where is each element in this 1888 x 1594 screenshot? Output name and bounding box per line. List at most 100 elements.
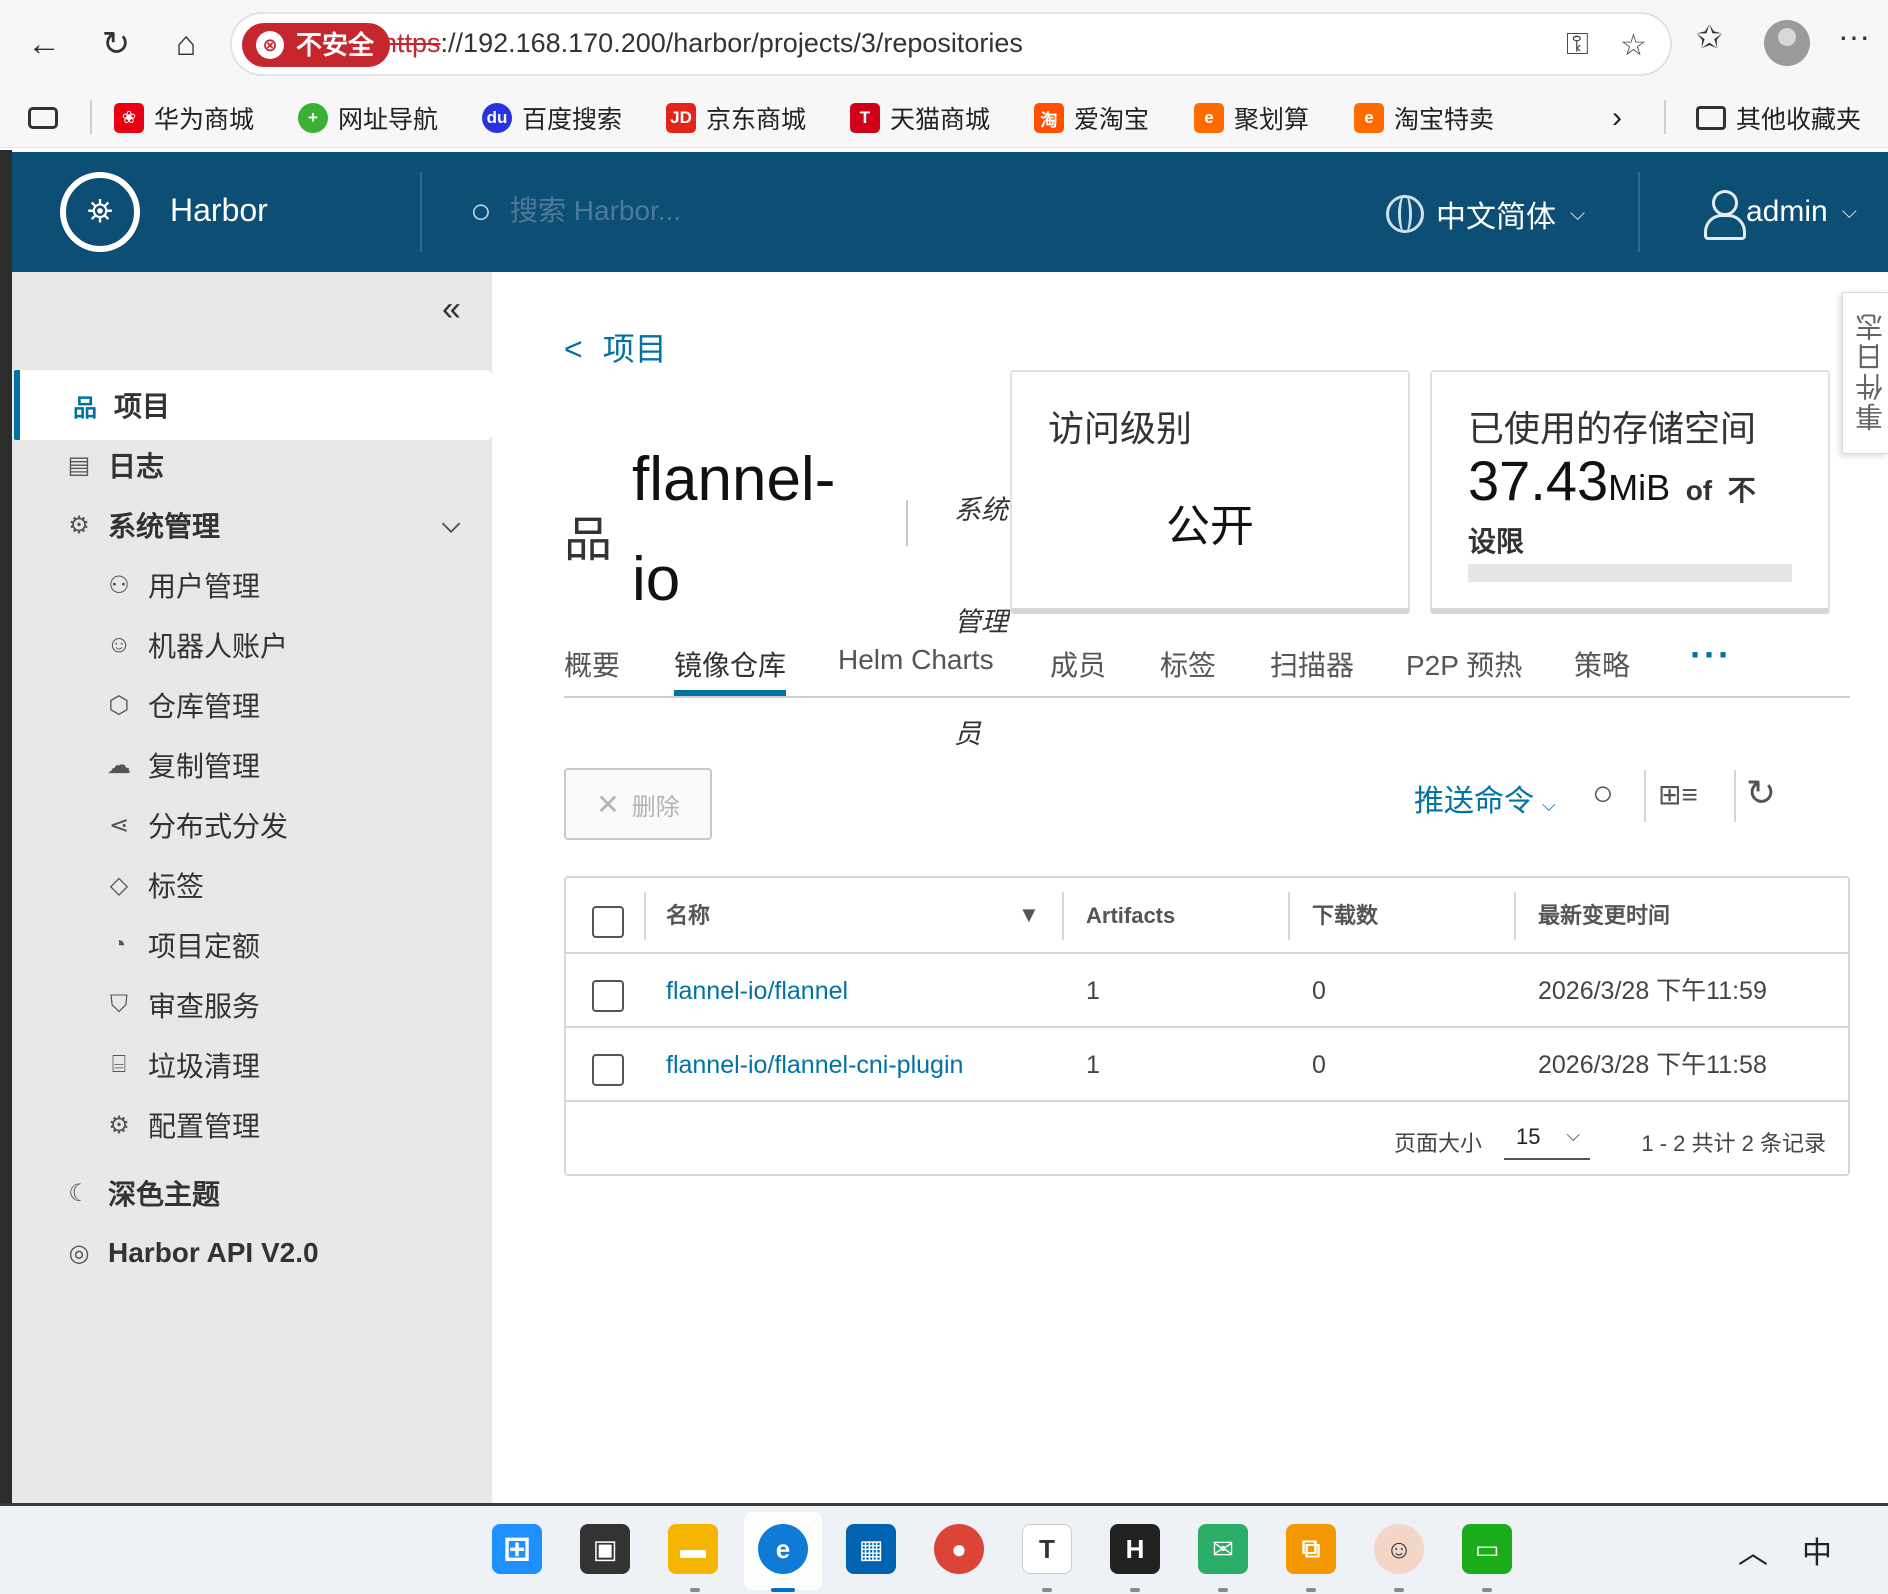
table-footer: 页面大小 15 ⌵ 1 - 2 共计 2 条记录: [566, 1104, 1848, 1174]
tab-summary[interactable]: 概要: [564, 644, 620, 684]
harbor-logo-icon[interactable]: ⛯: [60, 172, 140, 252]
vmware-icon[interactable]: ⧉: [1286, 1524, 1336, 1574]
search-icon[interactable]: ○: [1592, 772, 1614, 814]
hao-icon: +: [298, 103, 328, 133]
key-icon[interactable]: ⚿: [1566, 28, 1589, 62]
bookmark-tmall[interactable]: T 天猫商城: [850, 102, 990, 134]
language-selector[interactable]: 中文简体 ⌵: [1386, 192, 1585, 236]
back-arrow-icon[interactable]: ←: [20, 20, 68, 68]
event-log-tab[interactable]: 事件日志: [1842, 292, 1888, 454]
windows-start-icon[interactable]: ⊞: [492, 1524, 542, 1574]
store-icon[interactable]: ▦: [846, 1524, 896, 1574]
chevron-right-icon[interactable]: ›: [1612, 101, 1622, 134]
delete-button[interactable]: ✕ 删除: [564, 768, 712, 840]
row-checkbox[interactable]: [592, 1054, 624, 1086]
storage-limit: 设限: [1468, 526, 1525, 557]
chrome-icon[interactable]: ●: [934, 1524, 984, 1574]
tab-repositories[interactable]: 镜像仓库: [674, 644, 787, 696]
repository-link[interactable]: flannel-io/flannel: [666, 954, 848, 1028]
tag-icon: ◇: [109, 871, 129, 899]
avatar-app-icon[interactable]: ☺: [1374, 1524, 1424, 1574]
bookmark-jd[interactable]: JD 京东商城: [666, 102, 806, 134]
refresh-icon[interactable]: ↻: [92, 20, 140, 68]
divider: [644, 892, 646, 940]
file-explorer-icon[interactable]: ▬: [668, 1524, 718, 1574]
chevron-down-icon: ⌵: [1566, 1125, 1580, 1145]
column-header-updated[interactable]: 最新变更时间: [1538, 878, 1670, 952]
home-icon[interactable]: ⌂: [162, 20, 210, 68]
column-header-pulls[interactable]: 下载数: [1312, 878, 1378, 952]
address-bar[interactable]: ⊗ 不安全 https://192.168.170.200/harbor/pro…: [230, 12, 1672, 76]
page-size-select[interactable]: 15 ⌵: [1504, 1114, 1590, 1160]
update-time: 2026/3/28 下午11:59: [1538, 977, 1767, 1005]
harbor-api-link[interactable]: ◎ Harbor API V2.0: [12, 1218, 492, 1288]
h-app-icon[interactable]: H: [1110, 1524, 1160, 1574]
row-checkbox[interactable]: [592, 980, 624, 1012]
divider: [906, 500, 908, 546]
push-command-dropdown[interactable]: 推送命令 ⌵: [1414, 776, 1556, 820]
folder-icon: [1696, 106, 1726, 130]
access-level-value: 公开: [1166, 502, 1254, 551]
window-edge: [0, 150, 12, 1505]
update-time: 2026/3/28 下午11:58: [1538, 1051, 1767, 1079]
column-header-artifacts[interactable]: Artifacts: [1086, 878, 1175, 952]
select-all-checkbox[interactable]: [592, 906, 624, 938]
more-tabs-icon[interactable]: ···: [1690, 634, 1732, 676]
browser-toolbar: ← ↻ ⌂ ⊗ 不安全 https://192.168.170.200/harb…: [0, 0, 1888, 88]
running-indicator: [771, 1588, 795, 1592]
breadcrumb-back-projects[interactable]: < 项目: [564, 324, 667, 370]
taobao-sale-icon: e: [1354, 103, 1384, 133]
column-header-name[interactable]: 名称: [666, 878, 710, 952]
tab-scanner[interactable]: 扫描器: [1270, 644, 1354, 684]
baidu-icon: du: [482, 103, 512, 133]
tray-chevron-up-icon[interactable]: ︿: [1738, 1528, 1768, 1572]
access-level-card: 访问级别 公开: [1010, 370, 1410, 614]
edge-browser-icon[interactable]: e: [758, 1524, 808, 1574]
bookmark-taobao[interactable]: 淘爱淘宝: [1034, 102, 1149, 134]
repository-link[interactable]: flannel-io/flannel-cni-plugin: [666, 1028, 963, 1102]
api-icon: ◎: [68, 1239, 90, 1267]
running-indicator: [1306, 1588, 1316, 1592]
profile-avatar[interactable]: [1764, 20, 1810, 66]
wechat-icon[interactable]: ✉: [1198, 1524, 1248, 1574]
sidebar-item-configuration[interactable]: ⚙ 配置管理: [12, 1090, 492, 1160]
brand-name[interactable]: Harbor: [170, 192, 268, 229]
favorites-icon[interactable]: ✩: [1696, 18, 1723, 56]
running-indicator: [690, 1588, 700, 1592]
ime-indicator[interactable]: 中: [1802, 1528, 1832, 1572]
divider: [1644, 770, 1646, 822]
running-indicator: [1394, 1588, 1404, 1592]
filter-icon[interactable]: ▼: [1018, 902, 1040, 928]
shield-warning-icon: ⊗: [256, 31, 284, 59]
tab-actions-icon[interactable]: [28, 102, 58, 134]
tab-policy[interactable]: 策略: [1574, 644, 1630, 684]
bookmark-juhuasuan[interactable]: e 聚划算: [1194, 102, 1309, 134]
table-row: flannel-io/flannel 1 0 2026/3/28 下午11:59: [566, 954, 1848, 1028]
security-badge[interactable]: ⊗ 不安全: [242, 23, 391, 67]
refresh-icon[interactable]: ↻: [1746, 772, 1776, 814]
url-text[interactable]: https://192.168.170.200/harbor/projects/…: [382, 28, 1023, 59]
user-menu[interactable]: admin ⌵: [1704, 190, 1857, 240]
taskbar: ⊞ ▣ ▬ e ▦ ● T H ✉ ⧉ ☺ ▭ ︿ 中: [0, 1506, 1888, 1594]
bookmark-taobao-sale[interactable]: e 淘宝特卖: [1354, 102, 1494, 134]
view-toggle-icon[interactable]: ⊞≡: [1658, 778, 1698, 811]
more-icon[interactable]: ···: [1838, 18, 1870, 55]
tab-members[interactable]: 成员: [1050, 644, 1106, 684]
bookmark-baidu[interactable]: du 百度搜索: [482, 102, 622, 134]
task-view-icon[interactable]: ▣: [580, 1524, 630, 1574]
divider: [420, 172, 422, 252]
bookmark-hao[interactable]: + 网址导航: [298, 102, 438, 134]
running-indicator: [1482, 1588, 1492, 1592]
tab-helm-charts[interactable]: Helm Charts: [838, 644, 994, 676]
quota-icon: ◔: [111, 931, 127, 958]
chat-app-icon[interactable]: ▭: [1462, 1524, 1512, 1574]
tab-labels[interactable]: 标签: [1160, 644, 1216, 684]
bookmark-huawei[interactable]: ❀ 华为商城: [114, 102, 254, 134]
other-bookmarks[interactable]: 其他收藏夹: [1696, 102, 1861, 134]
trash-icon: ⌸: [111, 1051, 127, 1078]
tab-p2p-preheat[interactable]: P2P 预热: [1406, 644, 1522, 684]
star-icon[interactable]: ☆: [1620, 28, 1647, 63]
typora-icon[interactable]: T: [1022, 1524, 1072, 1574]
collapse-sidebar-icon[interactable]: «: [442, 290, 461, 329]
global-search-input[interactable]: [510, 188, 910, 234]
